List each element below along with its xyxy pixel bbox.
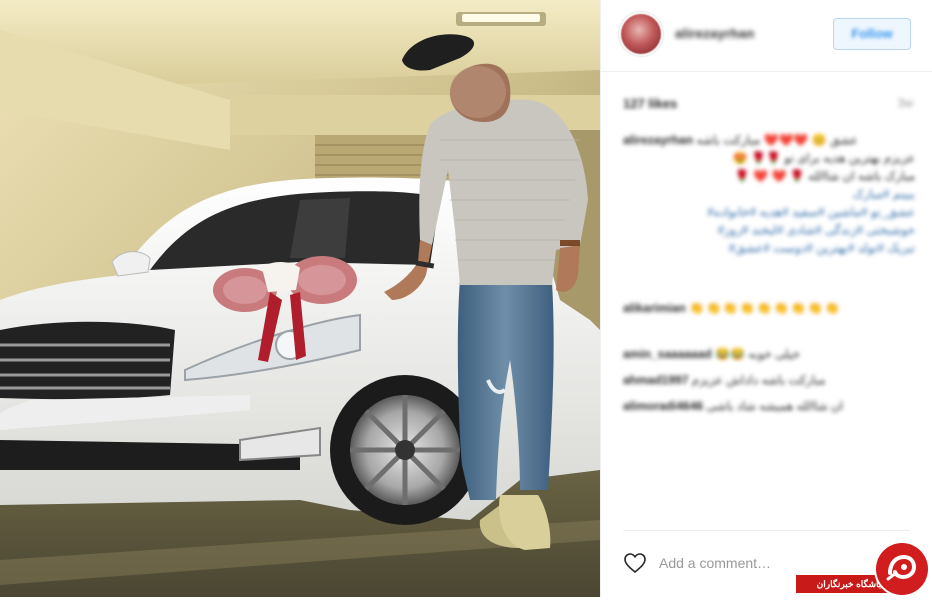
- post-username[interactable]: alirezayrhan: [675, 26, 754, 41]
- comment-item: alirezayrhan عشق 😊 ❤️❤️❤️ مبارکت باشه: [623, 132, 915, 148]
- post-photo[interactable]: [0, 0, 600, 597]
- comment-item: amin_saaaaaad 😂😂 خیلی خوبه: [623, 346, 915, 362]
- heart-outline-icon[interactable]: [623, 552, 647, 574]
- comment-item: #خوشبختی #زندگی #شادی #لبخند #روز: [623, 222, 915, 238]
- post-stats: 127 likes 3w: [623, 96, 913, 114]
- post-time-ago: 3w: [897, 96, 913, 110]
- comment-text[interactable]: ببینم #مبارک: [853, 187, 915, 201]
- comment-item: alimoradi4646 ان شاالله همیشه شاد باشی: [623, 398, 915, 414]
- comment-username[interactable]: alirezayrhan: [623, 133, 693, 147]
- follow-button-label: Follow: [851, 26, 893, 41]
- divider: [623, 530, 910, 531]
- comments-list: alirezayrhan عشق 😊 ❤️❤️❤️ مبارکت باشه 😍 …: [623, 128, 915, 428]
- comment-username[interactable]: ahmad1997: [623, 373, 688, 387]
- comment-text: ان شاالله همیشه شاد باشی: [706, 399, 844, 413]
- comment-text: مبارکت باشه داداش عزیزم: [691, 373, 826, 387]
- avatar[interactable]: [621, 14, 661, 54]
- comment-item: ahmad1997 مبارکت باشه داداش عزیزم: [623, 372, 915, 388]
- comment-item: alikarimian 👏👏👏👏👏👏👏👏👏: [623, 300, 915, 316]
- comment-item: #تبریک #تولد #بهترین #دوست #عشق: [623, 240, 915, 256]
- add-comment-input[interactable]: Add a comment…: [659, 555, 771, 571]
- comment-username[interactable]: alimoradi4646: [623, 399, 703, 413]
- comment-text[interactable]: #خوشبختی #زندگی #شادی #لبخند #روز: [718, 223, 915, 237]
- comment-item: 😍 🌹🌹 عزیزم بهترین هدیه برای تو: [623, 150, 915, 166]
- post-header: alirezayrhan Follow: [601, 0, 932, 72]
- post-image: [0, 0, 600, 597]
- comment-text[interactable]: #تبریک #تولد #بهترین #دوست #عشق: [729, 241, 915, 255]
- watermark-logo: باشگاه خبرنگاران: [796, 541, 932, 597]
- comment-text: 😂😂 خیلی خوبه: [715, 347, 801, 361]
- likes-count[interactable]: 127 likes: [623, 96, 677, 111]
- comment-item: #عشق_تو #ماشین #سفید #هدیه #خانواده: [623, 204, 915, 220]
- comment-text: 🌹 ❤️ ❤️ 🌹 مبارک باشه ان شاالله: [734, 169, 915, 183]
- ybn-logo-icon: [876, 543, 928, 595]
- comment-text[interactable]: #عشق_تو #ماشین #سفید #هدیه #خانواده: [707, 205, 915, 219]
- follow-button[interactable]: Follow: [833, 18, 911, 50]
- comment-text: 👏👏👏👏👏👏👏👏👏: [689, 301, 842, 315]
- comment-text: 😍 🌹🌹 عزیزم بهترین هدیه برای تو: [732, 151, 915, 165]
- comment-username[interactable]: alikarimian: [623, 301, 686, 315]
- comment-item: ببینم #مبارک: [623, 186, 915, 202]
- post-details-panel: alirezayrhan Follow 127 likes 3w alireza…: [600, 0, 932, 597]
- comment-username[interactable]: amin_saaaaaad: [623, 347, 712, 361]
- comment-text: عشق 😊 ❤️❤️❤️ مبارکت باشه: [696, 133, 858, 147]
- comment-item: 🌹 ❤️ ❤️ 🌹 مبارک باشه ان شاالله: [623, 168, 915, 184]
